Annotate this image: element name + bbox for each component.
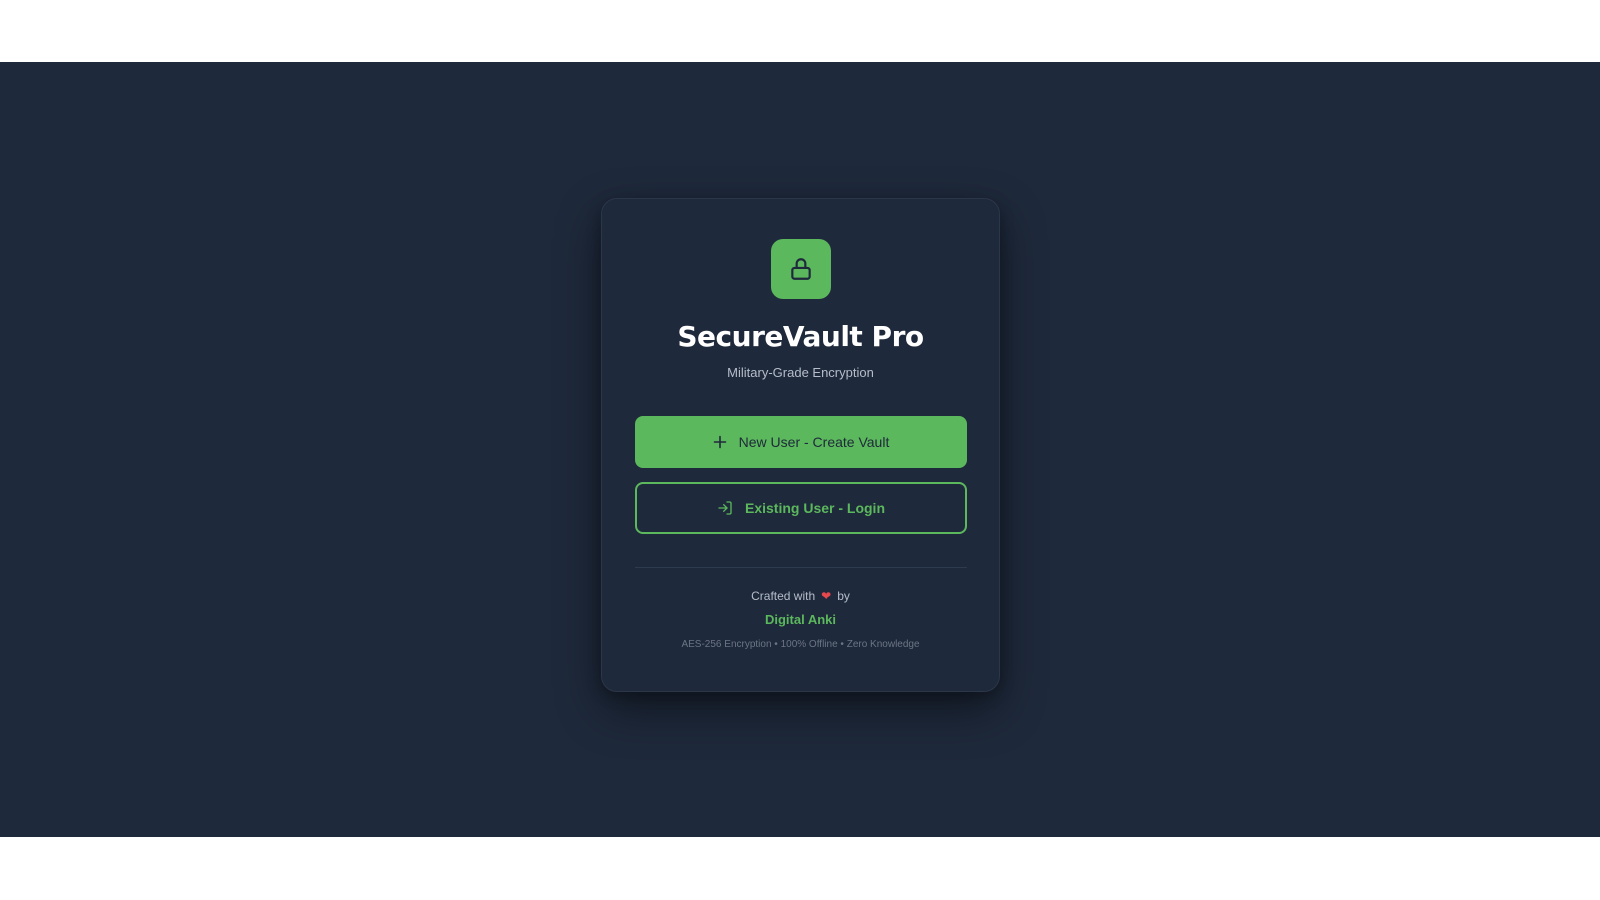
login-button[interactable]: Existing User - Login xyxy=(635,482,967,534)
crafted-line: Crafted with ❤ by xyxy=(602,588,999,604)
plus-icon xyxy=(713,435,726,449)
login-icon xyxy=(718,501,732,515)
features-line: AES-256 Encryption • 100% Offline • Zero… xyxy=(681,639,920,650)
create-vault-button[interactable]: New User - Create Vault xyxy=(635,416,967,468)
lock-icon xyxy=(791,258,811,280)
crafted-suffix: by xyxy=(837,589,850,603)
heart-icon: ❤ xyxy=(821,589,832,603)
top-letterbox-band xyxy=(0,0,1600,62)
app-subtitle: Military-Grade Encryption xyxy=(727,365,874,380)
create-vault-label: New User - Create Vault xyxy=(738,434,890,450)
welcome-card: SecureVault Pro Military-Grade Encryptio… xyxy=(601,198,1000,692)
author-link[interactable]: Digital Anki xyxy=(602,611,999,629)
app-title: SecureVault Pro xyxy=(677,320,924,353)
app-logo xyxy=(771,239,831,299)
footer-divider xyxy=(635,567,967,568)
login-label: Existing User - Login xyxy=(744,500,885,516)
bottom-letterbox-band xyxy=(0,837,1600,900)
crafted-prefix: Crafted with xyxy=(751,589,816,603)
